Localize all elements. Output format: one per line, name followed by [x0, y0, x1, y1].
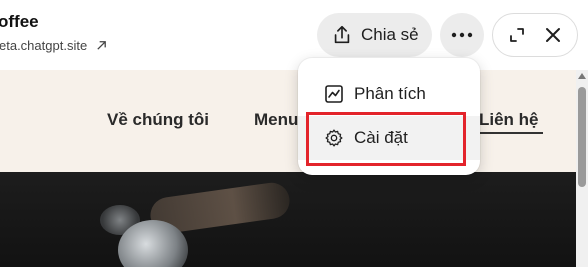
highlight-box — [306, 112, 466, 166]
chart-icon — [325, 85, 343, 103]
share-icon — [334, 25, 350, 44]
expand-icon — [510, 28, 524, 42]
expand-button[interactable] — [504, 22, 530, 48]
close-button[interactable] — [540, 22, 566, 48]
scrollbar-thumb[interactable] — [578, 87, 586, 187]
window-controls — [492, 13, 578, 57]
more-dots-icon — [451, 32, 473, 38]
share-button[interactable]: Chia sẻ — [317, 13, 432, 57]
app-title: offee — [0, 12, 39, 31]
menu-item-label: Phân tích — [354, 84, 426, 103]
active-nav-underline — [479, 132, 543, 134]
more-options-button[interactable] — [440, 13, 484, 57]
top-bar: offee eta.chatgpt.site Chia sẻ — [0, 0, 588, 70]
close-icon — [546, 28, 560, 42]
scroll-up-arrow-icon[interactable] — [578, 73, 586, 79]
menu-item-analytics[interactable]: Phân tích — [298, 72, 480, 116]
external-link-icon — [97, 41, 107, 50]
nav-link-menu[interactable]: Menu — [254, 110, 298, 130]
app-url-link[interactable]: eta.chatgpt.site — [0, 38, 108, 53]
nav-link-contact[interactable]: Liên hệ — [479, 110, 539, 130]
hero-image — [0, 172, 576, 267]
share-label: Chia sẻ — [361, 25, 419, 44]
nav-link-about[interactable]: Về chúng tôi — [107, 110, 209, 130]
app-url-text: eta.chatgpt.site — [0, 38, 88, 53]
